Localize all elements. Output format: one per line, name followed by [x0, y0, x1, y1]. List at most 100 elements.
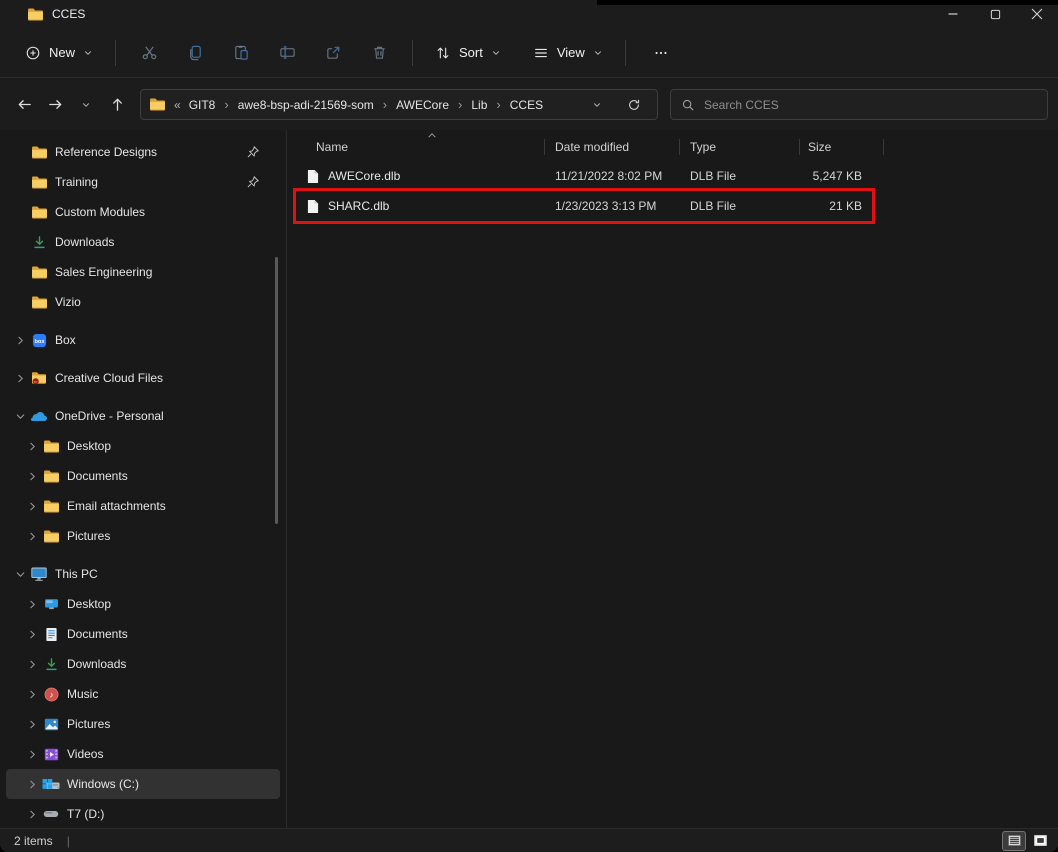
- pin-icon: [242, 175, 264, 189]
- delete-button[interactable]: [359, 36, 399, 70]
- back-button[interactable]: [10, 91, 38, 119]
- details-view-button[interactable]: [1002, 831, 1026, 851]
- status-separator: |: [67, 834, 70, 848]
- breadcrumb-overflow[interactable]: «: [174, 98, 181, 112]
- sort-button[interactable]: Sort: [426, 38, 510, 68]
- see-more-button[interactable]: [643, 38, 679, 68]
- up-arrow-icon: [109, 96, 126, 113]
- cut-button[interactable]: [129, 36, 169, 70]
- new-button[interactable]: New: [16, 38, 102, 68]
- chevron-right-icon[interactable]: [12, 370, 28, 386]
- chevron-right-icon[interactable]: [24, 438, 40, 454]
- music-icon: ♪: [40, 687, 62, 702]
- chevron-right-icon[interactable]: [24, 626, 40, 642]
- sidebar-item-desktop[interactable]: Desktop: [6, 589, 280, 619]
- search-box[interactable]: [670, 89, 1048, 120]
- screen-edge-strip: [597, 0, 1058, 5]
- chevron-right-icon[interactable]: [24, 776, 40, 792]
- sidebar-item-onedrive-personal[interactable]: OneDrive - Personal: [6, 401, 280, 431]
- rename-button[interactable]: [267, 36, 307, 70]
- sidebar-item-label: Pictures: [67, 717, 110, 731]
- column-header-name[interactable]: Name: [288, 138, 545, 156]
- copy-button[interactable]: [175, 36, 215, 70]
- sidebar-item-email-attachments[interactable]: Email attachments: [6, 491, 280, 521]
- view-button-label: View: [557, 46, 585, 59]
- chevron-right-icon[interactable]: [24, 656, 40, 672]
- chevron-right-icon[interactable]: [12, 332, 28, 348]
- column-header-date-modified[interactable]: Date modified: [545, 138, 680, 156]
- column-header-type[interactable]: Type: [680, 138, 800, 156]
- recent-locations-button[interactable]: [72, 91, 100, 119]
- chevron-right-icon[interactable]: [24, 716, 40, 732]
- sidebar-scrollbar[interactable]: [275, 257, 278, 524]
- chevron-right-icon[interactable]: [24, 806, 40, 822]
- sidebar-item-t7-d[interactable]: T7 (D:): [6, 799, 280, 828]
- sidebar-item-reference-designs[interactable]: Reference Designs: [6, 137, 280, 167]
- breadcrumb-item[interactable]: AWECore: [392, 96, 453, 114]
- sidebar-item-pictures[interactable]: Pictures: [6, 709, 280, 739]
- file-size: 5,247 KB: [800, 169, 884, 183]
- sidebar-item-vizio[interactable]: Vizio: [6, 287, 280, 317]
- sidebar-item-videos[interactable]: Videos: [6, 739, 280, 769]
- sidebar-item-sales-engineering[interactable]: Sales Engineering: [6, 257, 280, 287]
- column-header-size[interactable]: Size: [800, 138, 884, 156]
- sidebar-item-desktop[interactable]: Desktop: [6, 431, 280, 461]
- file-row[interactable]: AWECore.dlb11/21/2022 8:02 PMDLB File5,2…: [288, 161, 1058, 191]
- chevron-down-icon[interactable]: [12, 408, 28, 424]
- paste-button[interactable]: [221, 36, 261, 70]
- sort-ascending-icon: [427, 132, 437, 139]
- large-icons-view-button[interactable]: [1028, 831, 1052, 851]
- chevron-right-icon[interactable]: [24, 746, 40, 762]
- breadcrumb-item[interactable]: awe8-bsp-adi-21569-som: [234, 96, 378, 114]
- status-bar: 2 items |: [0, 828, 1058, 852]
- command-bar: New Sort View: [0, 28, 1058, 78]
- sidebar-item-label: OneDrive - Personal: [55, 409, 164, 423]
- chevron-right-icon[interactable]: [24, 528, 40, 544]
- forward-button[interactable]: [41, 91, 69, 119]
- toolbar-divider: [412, 40, 413, 66]
- folder-icon: [40, 499, 62, 514]
- sidebar-item-label: Documents: [67, 469, 128, 483]
- sidebar-item-training[interactable]: Training: [6, 167, 280, 197]
- sidebar-item-downloads[interactable]: Downloads: [6, 227, 280, 257]
- breadcrumb-tail: [587, 94, 649, 116]
- sidebar-item-box[interactable]: boxBox: [6, 325, 280, 355]
- window-title: CCES: [52, 7, 85, 21]
- chevron-right-icon[interactable]: [24, 468, 40, 484]
- file-rows: AWECore.dlb11/21/2022 8:02 PMDLB File5,2…: [288, 161, 1058, 221]
- copy-icon: [187, 44, 204, 61]
- breadcrumb-item[interactable]: GIT8: [185, 96, 220, 114]
- share-button[interactable]: [313, 36, 353, 70]
- up-button[interactable]: [103, 91, 131, 119]
- sidebar-item-downloads[interactable]: Downloads: [6, 649, 280, 679]
- chevron-right-icon[interactable]: [24, 498, 40, 514]
- sidebar-item-windows-c[interactable]: Windows (C:): [6, 769, 280, 799]
- chevron-spacer: [12, 234, 28, 250]
- file-row[interactable]: SHARC.dlb1/23/2023 3:13 PMDLB File21 KB: [288, 191, 1058, 221]
- chevron-down-icon: [592, 100, 602, 110]
- sidebar-item-label: Creative Cloud Files: [55, 371, 163, 385]
- sidebar-item-label: Pictures: [67, 529, 110, 543]
- search-input[interactable]: [704, 98, 1037, 112]
- sidebar-item-pictures[interactable]: Pictures: [6, 521, 280, 551]
- sidebar-item-music[interactable]: ♪Music: [6, 679, 280, 709]
- chevron-right-icon[interactable]: [24, 596, 40, 612]
- sidebar-item-documents[interactable]: Documents: [6, 619, 280, 649]
- new-plus-icon: [25, 45, 41, 61]
- refresh-button[interactable]: [623, 94, 645, 116]
- chevron-right-icon[interactable]: [24, 686, 40, 702]
- view-button[interactable]: View: [524, 38, 612, 68]
- breadcrumb-item[interactable]: Lib: [467, 96, 491, 114]
- this-pc-icon: [28, 567, 50, 582]
- videos-icon: [40, 748, 62, 761]
- address-dropdown-button[interactable]: [587, 95, 607, 115]
- chevron-down-icon[interactable]: [12, 566, 28, 582]
- breadcrumb[interactable]: « GIT8›awe8-bsp-adi-21569-som›AWECore›Li…: [140, 89, 658, 120]
- sidebar-item-creative-cloud-files[interactable]: ∞Creative Cloud Files: [6, 363, 280, 393]
- sidebar-item-custom-modules[interactable]: Custom Modules: [6, 197, 280, 227]
- breadcrumb-item[interactable]: CCES: [506, 96, 547, 114]
- breadcrumb-separator: ›: [496, 97, 500, 112]
- sidebar-item-this-pc[interactable]: This PC: [6, 559, 280, 589]
- sidebar-item-documents[interactable]: Documents: [6, 461, 280, 491]
- chevron-spacer: [12, 144, 28, 160]
